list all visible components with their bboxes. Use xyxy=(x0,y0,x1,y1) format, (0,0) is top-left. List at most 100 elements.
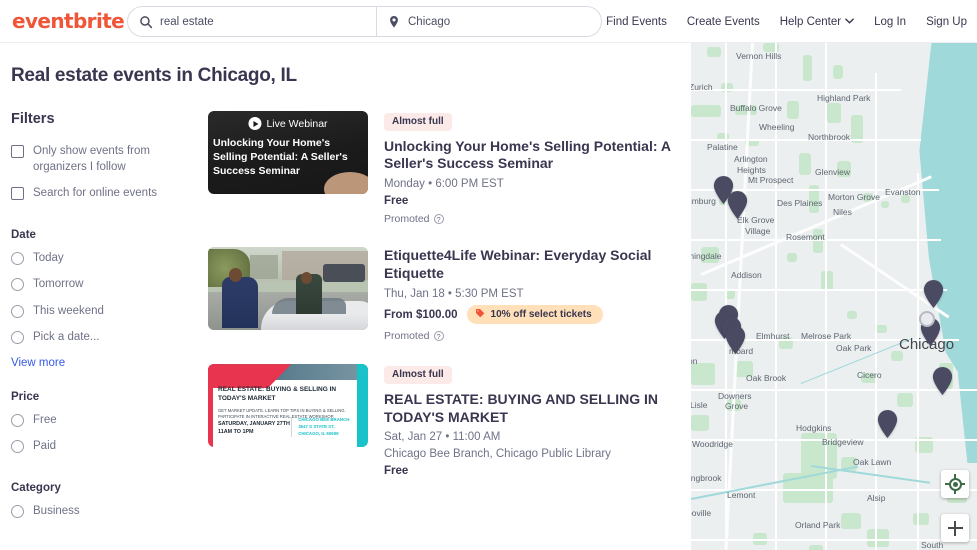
event-datetime: Monday • 6:00 PM EST xyxy=(384,178,504,191)
filter-radio-this-weekend[interactable]: This weekend xyxy=(11,304,200,320)
event-title[interactable]: REAL ESTATE: BUYING AND SELLING IN TODAY… xyxy=(384,391,683,427)
checkbox-icon[interactable] xyxy=(11,145,24,158)
filter-radio-paid[interactable]: Paid xyxy=(11,439,200,455)
map-label: Buffalo Grove xyxy=(730,103,782,113)
filter-checkbox-follow-organizers[interactable]: Only show events from organizers I follo… xyxy=(11,144,200,175)
radio-icon[interactable] xyxy=(11,413,24,427)
date-view-more-link[interactable]: View more xyxy=(11,357,200,369)
map-pin[interactable] xyxy=(725,326,746,354)
map-park xyxy=(897,393,913,407)
map-label: eoville xyxy=(691,508,712,518)
map-pin[interactable] xyxy=(932,367,953,395)
chevron-down-icon xyxy=(845,17,854,26)
map-pin[interactable] xyxy=(923,280,944,308)
nav-find-events[interactable]: Find Events xyxy=(606,16,667,28)
map-park xyxy=(833,65,843,79)
event-card[interactable]: REAL ESTATE: BUYING & SELLING IN TODAY'S… xyxy=(208,364,683,483)
filter-label: Today xyxy=(33,251,64,264)
radio-icon[interactable] xyxy=(11,251,24,265)
map-park xyxy=(707,47,721,57)
eventbrite-search-page: eventbrite real estate Chicago Find Even… xyxy=(0,0,977,550)
event-price-row: From $100.00 10% off select tickets xyxy=(384,305,683,325)
map-label: mingdale xyxy=(691,251,722,261)
event-thumbnail-photo[interactable] xyxy=(208,247,368,331)
map-pin-icon xyxy=(387,15,401,29)
filter-label: Free xyxy=(33,413,57,426)
map-label: Rosemont xyxy=(786,232,825,242)
map-label: Village xyxy=(745,226,771,236)
nav-log-in[interactable]: Log In xyxy=(874,16,906,28)
filter-radio-business[interactable]: Business xyxy=(11,504,200,520)
eventbrite-logo[interactable]: eventbrite xyxy=(12,9,125,33)
radio-icon[interactable] xyxy=(11,278,24,292)
radio-icon[interactable] xyxy=(11,304,24,318)
info-icon[interactable]: ? xyxy=(433,214,444,225)
map-road xyxy=(825,43,827,550)
map-label: on xyxy=(691,356,698,366)
results-map[interactable]: Vernon Hills Zurich Highland Park Buffalo G… xyxy=(691,43,977,550)
filter-group-category-title: Category xyxy=(11,481,61,494)
radio-icon[interactable] xyxy=(11,331,24,345)
live-webinar-badge: Live Webinar xyxy=(248,117,328,130)
filter-radio-free[interactable]: Free xyxy=(11,413,200,429)
flyer-red-bar xyxy=(208,364,213,448)
thumbnail-person-man-head xyxy=(228,268,242,283)
map-park xyxy=(821,271,833,291)
map-pin[interactable] xyxy=(727,191,748,219)
map-park xyxy=(867,529,889,547)
map-park xyxy=(799,153,811,175)
search-location-segment[interactable]: Chicago xyxy=(376,7,601,36)
nav-create-events[interactable]: Create Events xyxy=(687,16,760,28)
filter-radio-pick-a-date[interactable]: Pick a date... xyxy=(11,330,200,346)
zoom-in-button[interactable] xyxy=(941,514,969,542)
event-thumbnail-live-webinar[interactable]: Live Webinar Unlocking Your Home's Selli… xyxy=(208,111,368,194)
search-input[interactable]: real estate xyxy=(160,16,214,28)
map-label: Evanston xyxy=(885,187,921,197)
thumbnail-person-man xyxy=(222,276,258,329)
event-title[interactable]: Unlocking Your Home's Selling Potential:… xyxy=(384,138,683,174)
filter-radio-tomorrow[interactable]: Tomorrow xyxy=(11,277,200,293)
filter-group-date-title: Date xyxy=(11,228,36,241)
map-label: Heights xyxy=(737,165,766,175)
nav-sign-up[interactable]: Sign Up xyxy=(926,16,967,28)
radio-icon[interactable] xyxy=(11,440,24,454)
nav-sign-up-label: Sign Up xyxy=(926,15,967,28)
event-price-row: Free xyxy=(384,465,683,477)
flyer-date: SATURDAY, JANUARY 27TH 11AM TO 1PM xyxy=(218,421,290,436)
status-badge: Almost full xyxy=(384,365,452,384)
map-label: Lisle xyxy=(691,400,708,410)
map-pin[interactable] xyxy=(877,410,898,438)
map-label: Downers xyxy=(718,391,752,401)
filter-checkbox-online-events[interactable]: Search for online events xyxy=(11,186,200,202)
locate-button[interactable] xyxy=(941,470,969,498)
tag-icon xyxy=(475,308,485,321)
map-label: Oak Lawn xyxy=(853,457,892,467)
map-label: Arlington xyxy=(734,154,768,164)
map-park xyxy=(881,201,889,208)
nav-log-in-label: Log In xyxy=(874,15,907,28)
checkbox-icon[interactable] xyxy=(11,187,24,201)
map-label: Oak Park xyxy=(836,343,872,353)
map-park xyxy=(809,545,823,550)
search-bar[interactable]: real estate Chicago xyxy=(127,6,602,37)
info-icon[interactable]: ? xyxy=(433,331,444,342)
filter-label: Only show events from organizers I follo… xyxy=(33,145,150,173)
event-thumbnail-flyer[interactable]: REAL ESTATE: BUYING & SELLING IN TODAY'S… xyxy=(208,364,368,448)
event-card[interactable]: Live Webinar Unlocking Your Home's Selli… xyxy=(208,111,683,225)
map-label: Lemont xyxy=(727,490,756,500)
filter-radio-today[interactable]: Today xyxy=(11,251,200,267)
map-label: Alsip xyxy=(867,493,886,503)
location-input[interactable]: Chicago xyxy=(408,16,450,28)
nav-help-center[interactable]: Help Center xyxy=(780,16,854,28)
map-park xyxy=(691,283,707,301)
search-query-segment[interactable]: real estate xyxy=(128,7,376,36)
event-card[interactable]: Etiquette4Life Webinar: Everyday Social … xyxy=(208,247,683,342)
event-title[interactable]: Etiquette4Life Webinar: Everyday Social … xyxy=(384,247,683,283)
map-label: Grove xyxy=(725,401,749,411)
thumbnail-van xyxy=(323,263,365,283)
radio-icon[interactable] xyxy=(11,504,24,518)
map-park xyxy=(913,513,929,525)
event-price: Free xyxy=(384,195,409,208)
live-webinar-label: Live Webinar xyxy=(266,117,328,130)
map-label: Niles xyxy=(833,207,852,217)
